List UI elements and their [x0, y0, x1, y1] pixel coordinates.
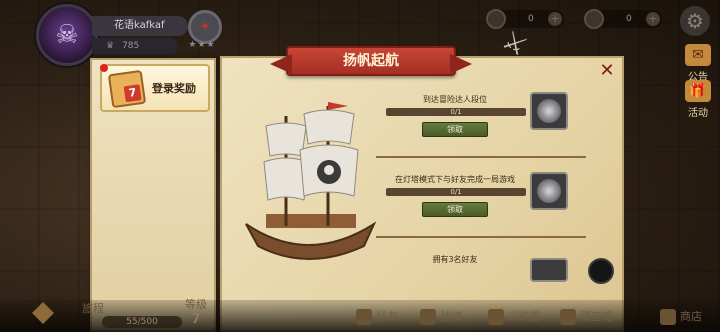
- reward-icon[interactable]: [530, 92, 568, 130]
- settings-gear-icon[interactable]: ⚙: [680, 6, 710, 36]
- ship-illustration: [245, 102, 377, 260]
- bomb-icon: [588, 258, 614, 284]
- record-icon: [420, 309, 436, 325]
- voyage-progress-value: 55/500: [102, 316, 182, 328]
- shop-icon: [660, 309, 676, 325]
- calendar-icon: 7: [107, 69, 147, 109]
- coin-value: 0: [528, 14, 534, 24]
- coin-icon: [486, 9, 506, 29]
- divider: [376, 236, 586, 238]
- nav-label: 好友: [376, 310, 398, 323]
- level-value: 7: [191, 312, 201, 327]
- claim-button[interactable]: 领取: [422, 122, 488, 137]
- nav-label: 商店: [680, 310, 702, 323]
- add-coin-button[interactable]: +: [548, 12, 562, 26]
- nav-shop[interactable]: 商店: [660, 306, 702, 328]
- reward-icon[interactable]: [530, 172, 568, 210]
- quest-progress-text: 0/1: [450, 188, 462, 196]
- nav-label: 藏宝箱: [580, 310, 613, 323]
- friends-icon: [356, 309, 372, 325]
- player-rank: ♛ 785: [92, 38, 178, 54]
- add-gem-button[interactable]: +: [646, 12, 660, 26]
- quest-progress-text: 0/1: [450, 108, 462, 116]
- mail-icon: ✉: [685, 44, 711, 66]
- quest-title: 拥有3名好友: [432, 255, 478, 264]
- level-label: 等级: [185, 298, 207, 311]
- voyage-progress[interactable]: 旅程 55/500: [32, 296, 192, 332]
- gem-icon: [584, 9, 604, 29]
- nav-record[interactable]: 战绩: [420, 306, 462, 328]
- side-item-events[interactable]: 🎁 活动: [682, 80, 714, 119]
- resource-coin: 0 +: [486, 9, 564, 29]
- nav-chest[interactable]: 藏宝箱: [560, 306, 613, 328]
- nav-training[interactable]: 训练营: [488, 306, 541, 328]
- tab-login-reward[interactable]: 7 登录奖励: [100, 64, 210, 112]
- calendar-day-number: 7: [123, 84, 142, 103]
- nav-label: 训练营: [508, 310, 541, 323]
- level-display: 等级 7: [176, 296, 216, 327]
- quest-row: 拥有3名好友: [380, 254, 576, 294]
- player-avatar[interactable]: ☠: [36, 4, 98, 66]
- panel-title: 扬帆起航: [286, 46, 456, 76]
- nav-label: 战绩: [440, 310, 462, 323]
- trophy-icon: ♛: [106, 41, 115, 51]
- player-name: 花语kafkaf: [92, 16, 188, 36]
- gift-icon: 🎁: [685, 80, 711, 102]
- reward-icon[interactable]: [530, 258, 568, 282]
- side-item-announcement[interactable]: ✉ 公告: [682, 44, 714, 83]
- voyage-label: 旅程: [82, 302, 104, 315]
- rank-value: 785: [122, 41, 140, 51]
- compass-icon[interactable]: ✦: [188, 10, 222, 44]
- close-button[interactable]: ✕: [596, 60, 618, 82]
- quest-title: 到达冒险达人段位: [423, 95, 487, 104]
- claim-button[interactable]: 领取: [422, 202, 488, 217]
- chest-icon: [560, 309, 576, 325]
- notification-dot: [100, 64, 108, 72]
- nav-friends[interactable]: 好友: [356, 306, 398, 328]
- rank-stars-icon: ★★★: [188, 40, 216, 50]
- quest-row: 到达冒险达人段位 0/1 领取: [380, 92, 576, 164]
- quest-row: 在灯塔模式下与好友完成一局游戏 0/1 领取: [380, 172, 576, 244]
- tab-label: 登录奖励: [152, 82, 196, 95]
- training-icon: [488, 309, 504, 325]
- gem-value: 0: [626, 14, 632, 24]
- divider: [376, 156, 586, 158]
- quest-title: 在灯塔模式下与好友完成一局游戏: [395, 175, 515, 184]
- side-item-label: 活动: [688, 108, 708, 119]
- voyage-emblem-icon: [32, 302, 54, 324]
- resource-gem: 0 +: [584, 9, 662, 29]
